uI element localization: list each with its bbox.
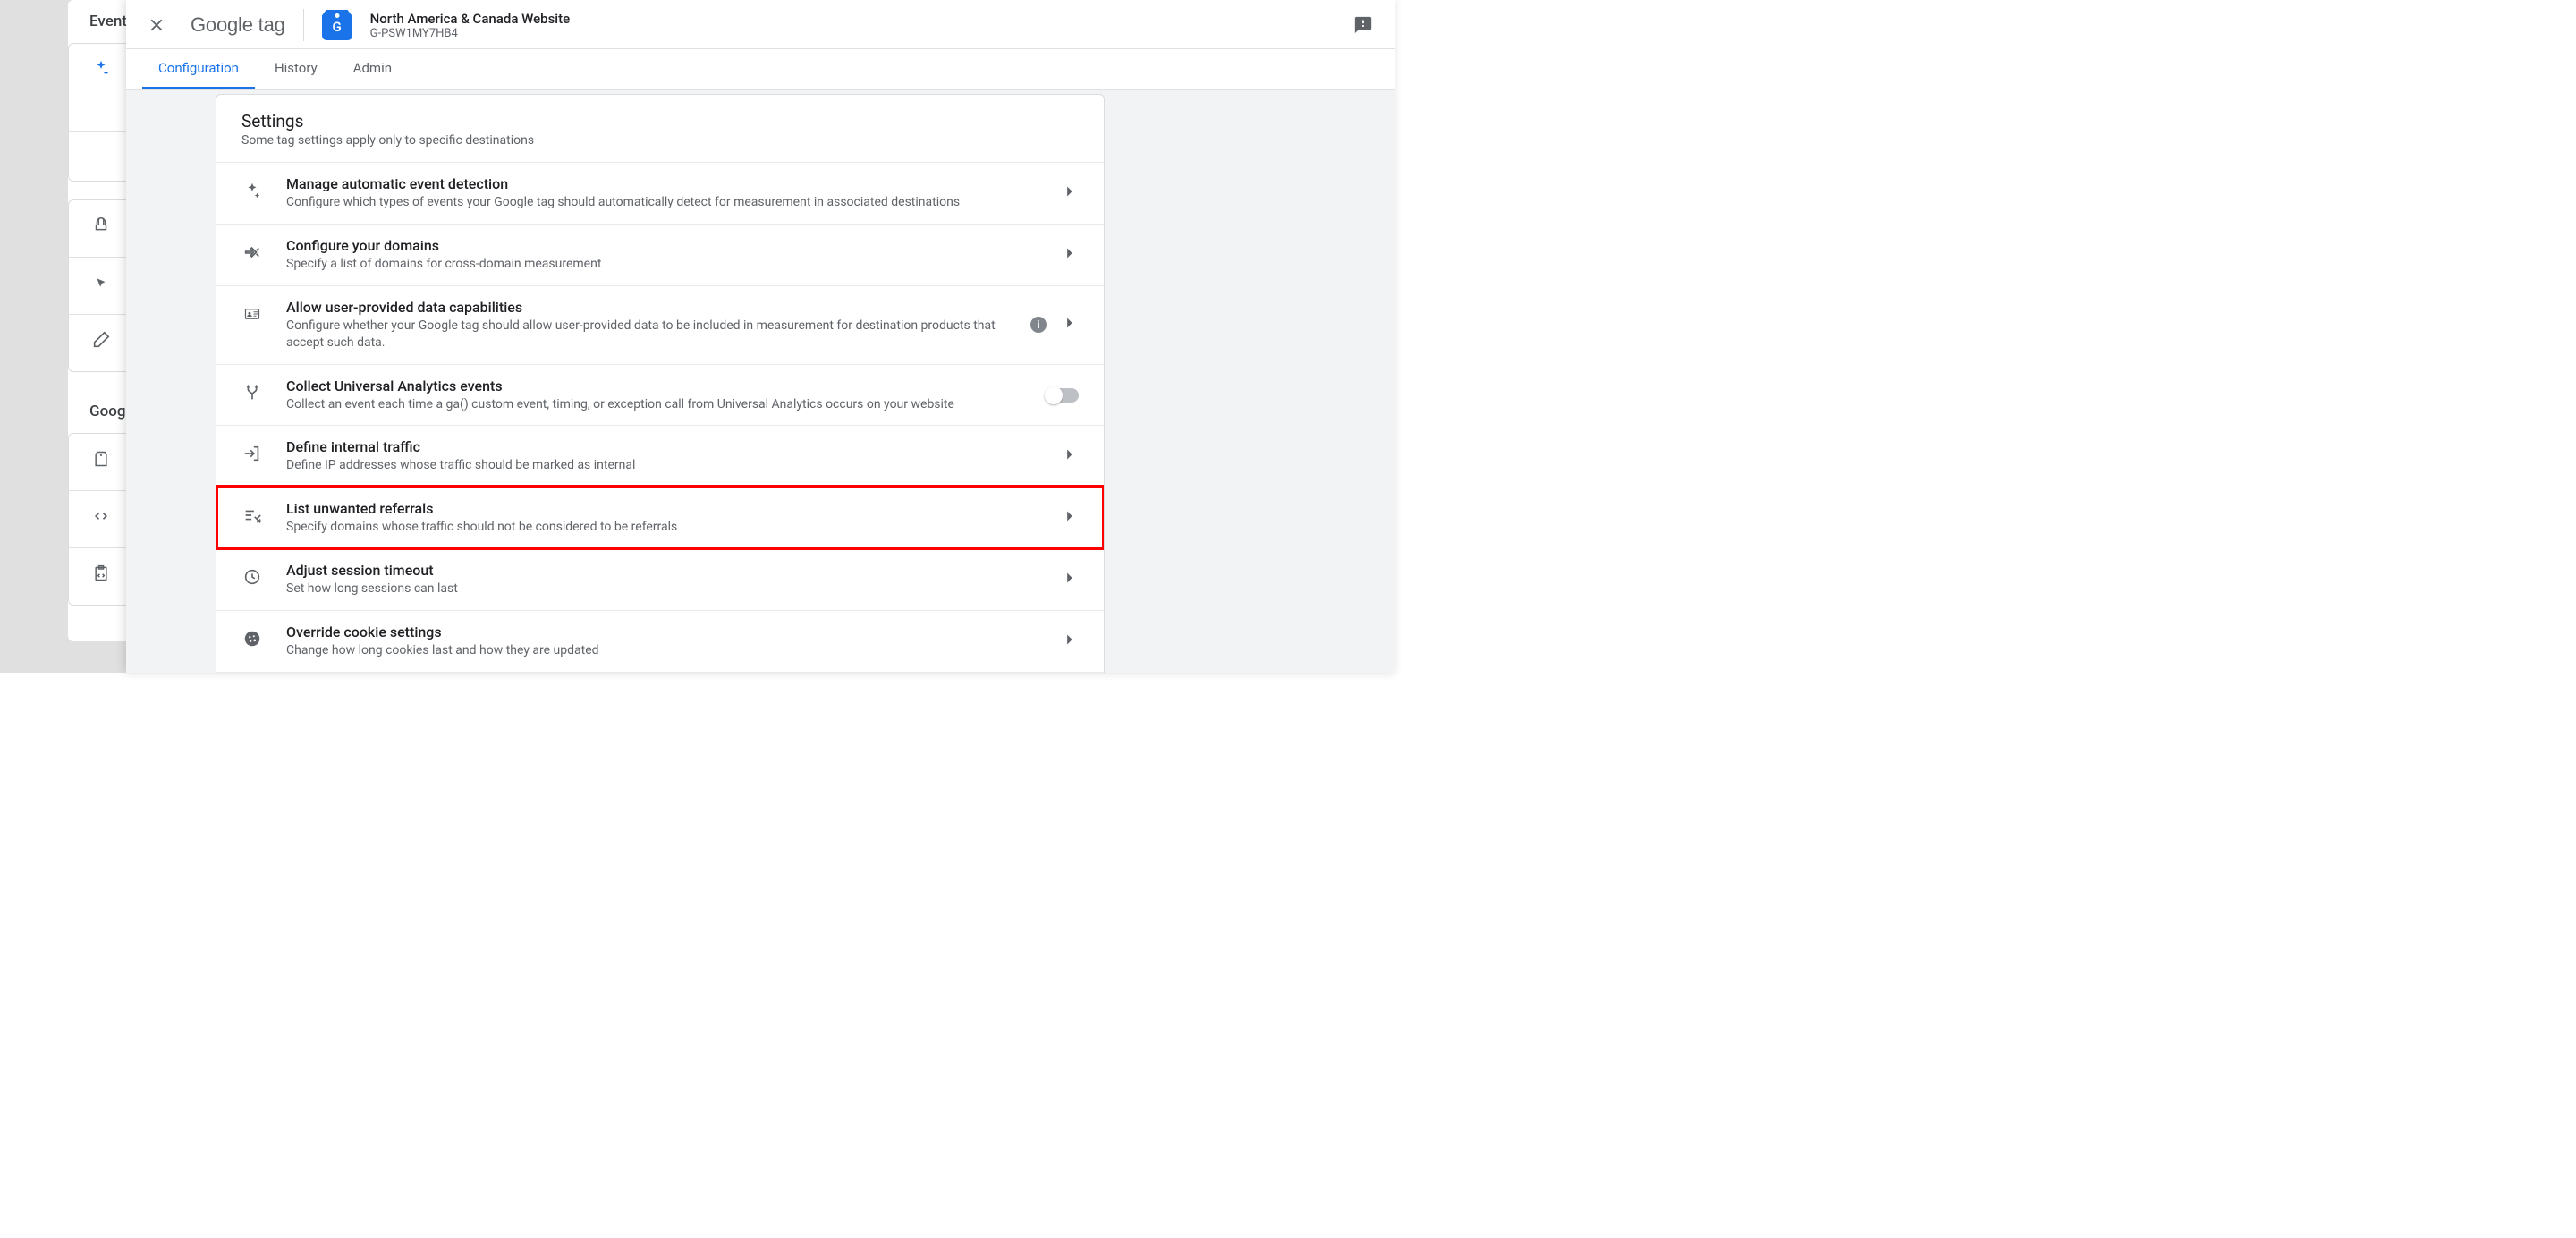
row-rhs <box>1059 182 1079 205</box>
sheet-header: Google tag North America & Canada Websit… <box>126 0 1395 49</box>
row-title: Adjust session timeout <box>286 562 1038 579</box>
settings-row-filter-check[interactable]: List unwanted referrals Specify domains w… <box>216 487 1104 548</box>
row-subtitle: Configure whether your Google tag should… <box>286 318 1009 352</box>
show-less-button[interactable]: Show less <box>216 672 1104 673</box>
tag-outline-icon <box>90 448 112 470</box>
row-title: Collect Universal Analytics events <box>286 377 1025 394</box>
property-id: G-PSW1MY7HB4 <box>370 27 571 40</box>
tab-configuration[interactable]: Configuration <box>142 49 255 89</box>
chevron-right-icon <box>1059 506 1079 530</box>
chevron-right-icon <box>1059 445 1079 468</box>
settings-row-login[interactable]: Define internal traffic Define IP address… <box>216 425 1104 487</box>
row-subtitle: Specify a list of domains for cross-doma… <box>286 256 1038 273</box>
settings-subtitle: Some tag settings apply only to specific… <box>242 133 1079 148</box>
close-button[interactable] <box>140 9 173 41</box>
feedback-button[interactable] <box>1351 13 1376 38</box>
close-icon <box>147 15 166 35</box>
sparkle-icon <box>240 178 265 203</box>
settings-row-sparkle[interactable]: Manage automatic event detection Configur… <box>216 163 1104 224</box>
clock-icon <box>240 564 265 589</box>
settings-row-fork[interactable]: Collect Universal Analytics events Collec… <box>216 364 1104 426</box>
login-icon <box>240 441 265 466</box>
row-title: Allow user-provided data capabilities <box>286 299 1009 316</box>
tap-icon <box>90 215 112 236</box>
feedback-icon <box>1353 15 1373 35</box>
row-subtitle: Define IP addresses whose traffic should… <box>286 457 1038 474</box>
property-name: North America & Canada Website <box>370 11 571 27</box>
toggle-switch[interactable] <box>1046 388 1079 403</box>
row-title: Override cookie settings <box>286 623 1038 640</box>
settings-title: Settings <box>242 111 1079 131</box>
row-rhs <box>1046 388 1079 403</box>
row-subtitle: Specify domains whose traffic should not… <box>286 519 1038 536</box>
eraser-icon <box>90 329 112 351</box>
settings-row-cookie[interactable]: Override cookie settings Change how long … <box>216 610 1104 672</box>
chevron-right-icon <box>1059 313 1079 336</box>
row-rhs <box>1059 243 1079 267</box>
chevron-right-icon <box>1059 243 1079 267</box>
chevron-right-icon <box>1059 182 1079 205</box>
row-title: Manage automatic event detection <box>286 175 1038 192</box>
id-card-icon <box>240 301 265 326</box>
row-rhs <box>1059 630 1079 653</box>
row-rhs <box>1059 568 1079 591</box>
fork-icon <box>240 380 265 405</box>
sheet-body: Settings Some tag settings apply only to… <box>126 90 1395 673</box>
chevron-right-icon <box>1059 568 1079 591</box>
tab-history[interactable]: History <box>258 49 334 89</box>
settings-row-clock[interactable]: Adjust session timeout Set how long sessi… <box>216 548 1104 610</box>
row-rhs <box>1059 506 1079 530</box>
cookie-icon <box>240 626 265 651</box>
clipboard-code-icon <box>90 563 112 584</box>
tag-badge-icon <box>322 10 352 40</box>
row-subtitle: Collect an event each time a ga() custom… <box>286 396 1025 413</box>
row-subtitle: Change how long cookies last and how the… <box>286 642 1038 659</box>
divider <box>303 9 304 41</box>
code-icon <box>90 505 112 527</box>
filter-check-icon <box>240 503 265 528</box>
row-subtitle: Configure which types of events your Goo… <box>286 194 1038 211</box>
settings-row-id-card[interactable]: Allow user-provided data capabilities Con… <box>216 285 1104 364</box>
property-label: North America & Canada Website G-PSW1MY7… <box>370 11 571 40</box>
row-title: Configure your domains <box>286 237 1038 254</box>
google-tag-logo: Google tag <box>191 13 285 37</box>
info-icon[interactable]: i <box>1030 317 1046 333</box>
merge-arrows-icon <box>240 240 265 265</box>
settings-row-merge-arrows[interactable]: Configure your domains Specify a list of … <box>216 224 1104 285</box>
row-title: Define internal traffic <box>286 438 1038 455</box>
google-tag-sheet: Google tag North America & Canada Websit… <box>126 0 1395 673</box>
click-icon <box>90 272 112 293</box>
row-subtitle: Set how long sessions can last <box>286 581 1038 598</box>
row-rhs <box>1059 445 1079 468</box>
settings-card-header: Settings Some tag settings apply only to… <box>216 95 1104 163</box>
sheet-tabs: Configuration History Admin <box>126 49 1395 90</box>
row-title: List unwanted referrals <box>286 500 1038 517</box>
row-rhs: i <box>1030 313 1079 336</box>
sparkle-icon <box>90 58 112 80</box>
chevron-right-icon <box>1059 630 1079 653</box>
settings-card: Settings Some tag settings apply only to… <box>216 94 1105 673</box>
tab-admin[interactable]: Admin <box>337 49 408 89</box>
